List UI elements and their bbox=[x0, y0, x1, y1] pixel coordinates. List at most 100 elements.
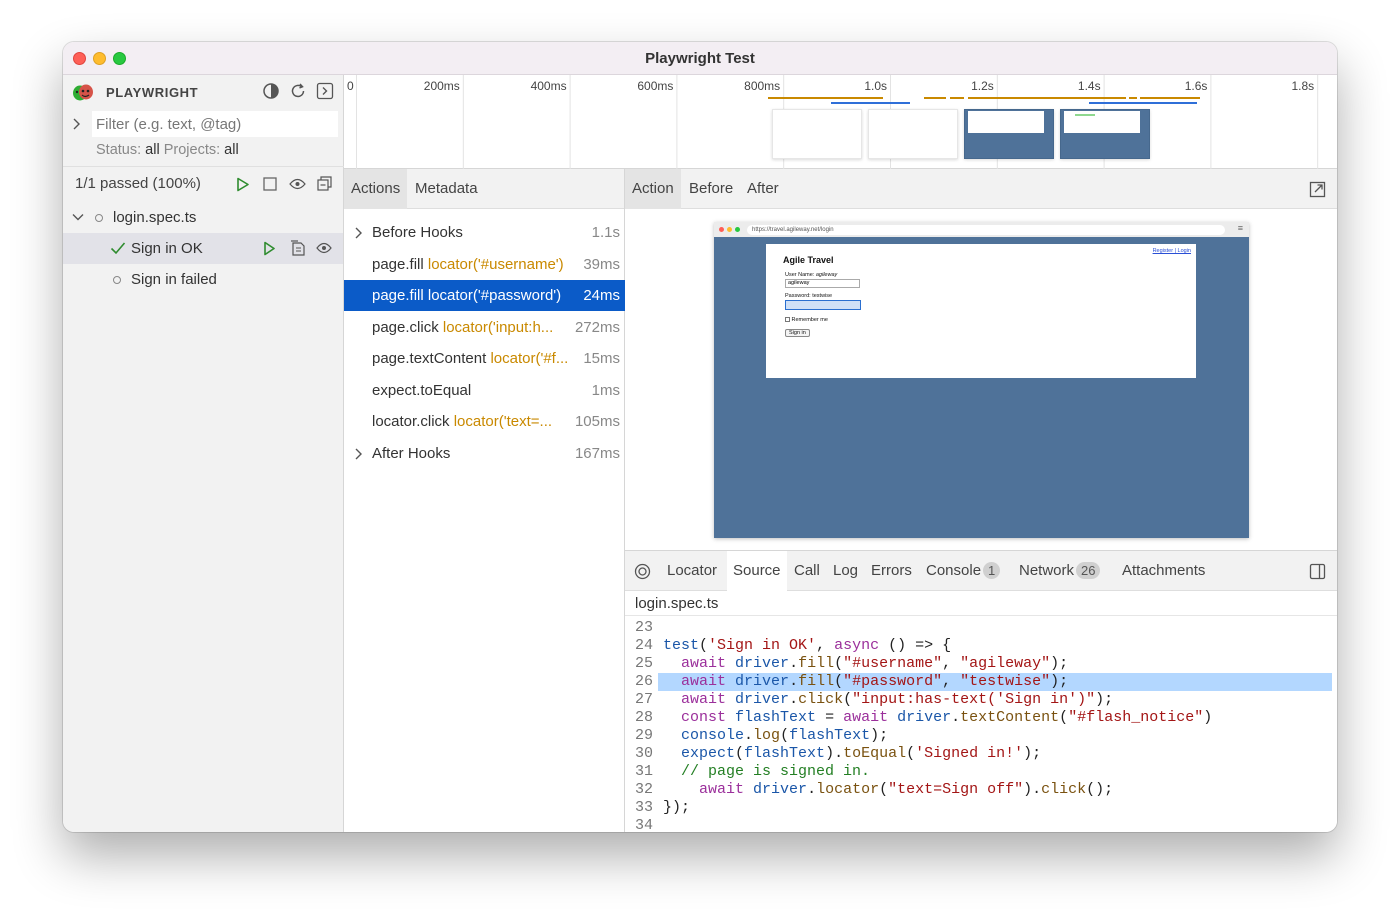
projects-value: all bbox=[224, 142, 239, 158]
run-test-icon[interactable] bbox=[263, 241, 276, 256]
line-number: 25 bbox=[635, 655, 654, 672]
tab-errors[interactable]: Errors bbox=[865, 551, 918, 591]
title-bar: Playwright Test bbox=[63, 42, 1337, 75]
action-item[interactable]: Before Hooks 1.1s bbox=[344, 217, 625, 248]
divider bbox=[63, 166, 344, 167]
tree-file-item[interactable]: login.spec.ts bbox=[63, 202, 343, 233]
tab-after[interactable]: After bbox=[740, 169, 786, 209]
page-heading: Agile Travel bbox=[783, 255, 834, 265]
go-to-file-icon[interactable] bbox=[290, 240, 306, 256]
timeline-tick-label: 200ms bbox=[424, 79, 460, 93]
tree-test-item[interactable]: Sign in OK bbox=[63, 233, 343, 264]
chevron-right-icon[interactable] bbox=[72, 118, 82, 130]
code-line: 32 await driver.locator("text=Sign off")… bbox=[625, 781, 1337, 799]
timeline[interactable]: 0 200ms 400ms 600ms 800ms 1.0s 1.2s 1.4s 1.6s 1.8… bbox=[344, 75, 1337, 169]
tab-attachments[interactable]: Attachments bbox=[1116, 551, 1211, 591]
line-number: 28 bbox=[635, 709, 654, 726]
action-item[interactable]: page.fill locator('#password') 24ms bbox=[344, 280, 625, 311]
timeline-tick-label: 400ms bbox=[531, 79, 567, 93]
tab-network[interactable]: Network 26 bbox=[1013, 551, 1106, 591]
status-value: all bbox=[145, 142, 160, 158]
filter-input[interactable] bbox=[92, 111, 338, 137]
timeline-bar bbox=[924, 97, 946, 99]
code-text: // page is signed in. bbox=[681, 763, 871, 780]
tab-log[interactable]: Log bbox=[827, 551, 864, 591]
timeline-tick-label: 1.0s bbox=[864, 79, 887, 93]
tree-test-item[interactable]: Sign in failed bbox=[63, 264, 343, 295]
action-item[interactable]: After Hooks 167ms bbox=[344, 438, 625, 469]
timeline-thumbnail[interactable] bbox=[964, 109, 1054, 159]
code-line: 26 await driver.fill("#password", "testw… bbox=[625, 673, 1337, 691]
open-external-icon[interactable] bbox=[1309, 181, 1326, 198]
timeline-tick bbox=[1317, 75, 1319, 169]
remember-me[interactable]: Remember me bbox=[785, 317, 828, 323]
stop-icon[interactable] bbox=[263, 177, 277, 191]
projects-label: Projects: bbox=[163, 142, 221, 158]
line-number: 30 bbox=[635, 745, 654, 762]
details-tabbar: Locator Source Call Log Errors Console 1 … bbox=[625, 551, 1337, 591]
timeline-thumbnail[interactable] bbox=[868, 109, 958, 159]
pick-locator-icon[interactable] bbox=[634, 563, 651, 580]
tab-console[interactable]: Console 1 bbox=[920, 551, 1006, 591]
actions-panel: Actions Metadata Before Hooks 1.1s page.fi… bbox=[344, 169, 625, 832]
timeline-tick-label: 800ms bbox=[744, 79, 780, 93]
tab-source[interactable]: Source bbox=[727, 551, 787, 591]
tab-call[interactable]: Call bbox=[788, 551, 826, 591]
action-duration: 1.1s bbox=[591, 224, 620, 241]
action-item[interactable]: page.textContent locator('#f... 15ms bbox=[344, 343, 625, 374]
tab-locator[interactable]: Locator bbox=[661, 551, 723, 591]
line-number: 27 bbox=[635, 691, 654, 708]
username-input[interactable]: agileway bbox=[785, 279, 860, 288]
tab-action[interactable]: Action bbox=[625, 169, 681, 209]
action-bars bbox=[768, 97, 1200, 104]
tab-actions[interactable]: Actions bbox=[344, 169, 408, 209]
action-method: After Hooks bbox=[372, 444, 451, 462]
chevron-right-icon[interactable] bbox=[354, 448, 364, 460]
timeline-tick-label: 600ms bbox=[637, 79, 673, 93]
actions-tabbar: Actions Metadata bbox=[344, 169, 624, 209]
password-input[interactable] bbox=[785, 300, 861, 310]
status-filter-summary[interactable]: Status: all Projects: all bbox=[96, 142, 239, 158]
action-item[interactable]: locator.click locator('text=... 105ms bbox=[344, 406, 625, 437]
chevron-right-icon[interactable] bbox=[354, 227, 364, 239]
timeline-tick-label: 1.8s bbox=[1292, 79, 1315, 93]
code-text: const flashText = await driver.textConte… bbox=[681, 709, 1213, 726]
test-name: Sign in failed bbox=[131, 271, 217, 288]
collapse-all-icon[interactable] bbox=[317, 176, 332, 191]
action-locator: locator('#username') bbox=[427, 255, 564, 273]
code-line: 24 test('Sign in OK', async () => { bbox=[625, 637, 1337, 655]
action-duration: 1ms bbox=[591, 381, 620, 399]
run-all-icon[interactable] bbox=[236, 177, 250, 192]
action-method: locator.click bbox=[372, 413, 450, 430]
action-item[interactable]: page.click locator('input:h... 272ms bbox=[344, 312, 625, 343]
theme-toggle-icon[interactable] bbox=[262, 82, 280, 100]
tab-metadata[interactable]: Metadata bbox=[408, 169, 485, 209]
tab-before[interactable]: Before bbox=[682, 169, 740, 209]
action-duration: 24ms bbox=[583, 287, 620, 304]
timeline-bar bbox=[1129, 97, 1137, 99]
action-item[interactable]: page.fill locator('#username') 39ms bbox=[344, 249, 625, 280]
file-name: login.spec.ts bbox=[113, 209, 197, 226]
code-line: 29 console.log(flashText); bbox=[625, 727, 1337, 745]
watch-all-icon[interactable] bbox=[289, 178, 306, 190]
reload-icon[interactable] bbox=[289, 82, 307, 100]
timeline-thumbnail[interactable] bbox=[1060, 109, 1150, 159]
watch-test-icon[interactable] bbox=[316, 242, 332, 254]
line-number: 34 bbox=[635, 817, 654, 832]
timeline-thumbnail[interactable] bbox=[772, 109, 862, 159]
timeline-tick bbox=[356, 75, 357, 169]
action-item[interactable]: expect.toEqual 1ms bbox=[344, 375, 625, 406]
timeline-tick-label: 1.6s bbox=[1185, 79, 1208, 93]
snapshot-panel: Action Before After https://travel.agile… bbox=[625, 169, 1337, 551]
browser-chrome: https://travel.agileway.net/login ≡ bbox=[714, 222, 1249, 237]
chevron-down-icon[interactable] bbox=[72, 213, 84, 222]
checkmark-icon bbox=[110, 242, 126, 255]
timeline-bar bbox=[968, 97, 1126, 99]
code-line: 28 const flashText = await driver.textCo… bbox=[625, 709, 1337, 727]
toggle-sidebar-icon[interactable] bbox=[1309, 563, 1326, 580]
line-number: 31 bbox=[635, 763, 654, 780]
sign-in-button[interactable]: Sign in bbox=[785, 329, 810, 337]
snapshot-tabbar: Action Before After bbox=[625, 169, 1337, 209]
console-count-badge: 1 bbox=[983, 562, 1001, 579]
toggle-output-icon[interactable] bbox=[316, 82, 334, 100]
